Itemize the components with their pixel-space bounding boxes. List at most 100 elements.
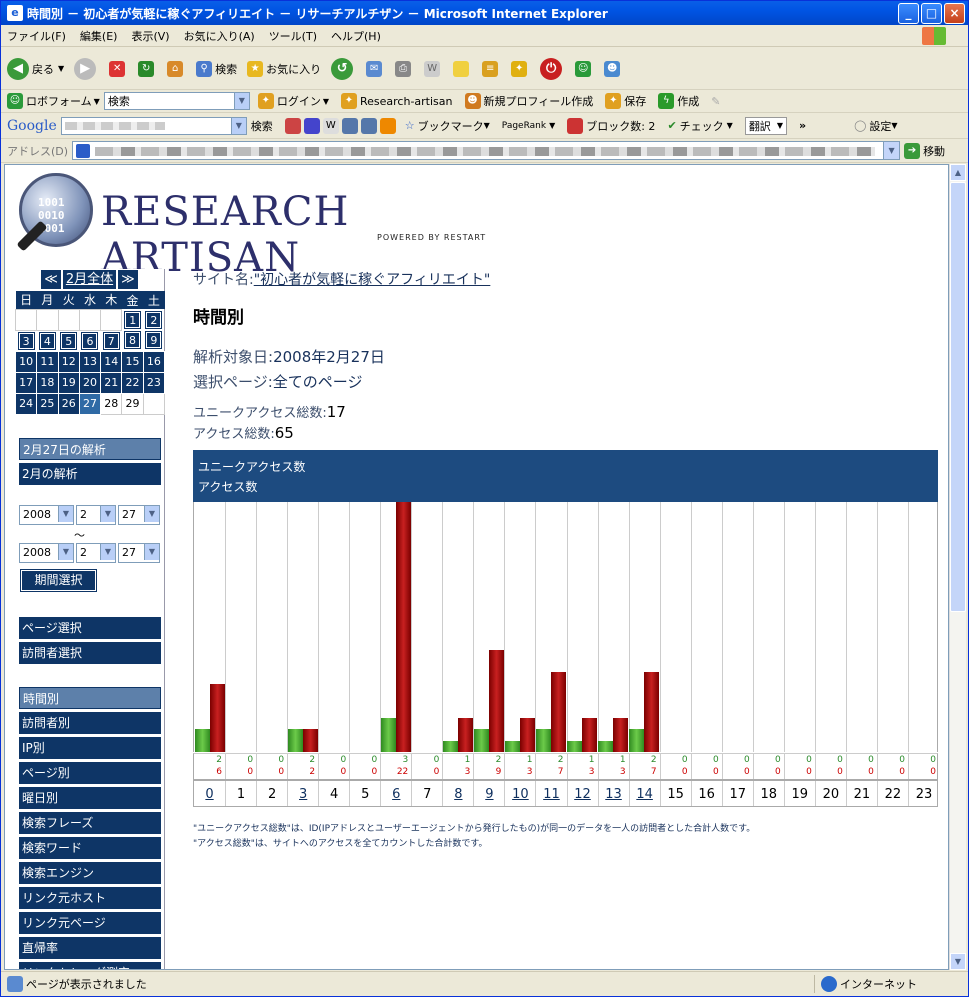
hour-link[interactable]: 12 bbox=[566, 781, 598, 806]
hour-link[interactable]: 8 bbox=[442, 781, 473, 806]
hour-link[interactable]: 9 bbox=[473, 781, 504, 806]
calendar-day[interactable]: 15 bbox=[121, 350, 144, 373]
note-button[interactable] bbox=[453, 60, 472, 77]
research-artisan-logo[interactable]: 1001 0010 1001 RESEARCH ARTISAN POWERED … bbox=[15, 171, 525, 281]
calendar-day[interactable]: 11 bbox=[36, 350, 59, 373]
users-button[interactable]: ☻ bbox=[604, 60, 623, 77]
calendar-day[interactable]: 2 bbox=[143, 309, 164, 330]
nav-search-engine[interactable]: 検索エンジン bbox=[19, 861, 161, 884]
to-month-select[interactable]: 2 ▼ bbox=[76, 542, 116, 563]
roboform-search-select[interactable]: 検索 ▼ bbox=[103, 92, 250, 110]
close-button[interactable]: × bbox=[944, 3, 965, 24]
calendar-month-link[interactable]: 2月全体 bbox=[62, 269, 117, 289]
calendar-day[interactable]: 25 bbox=[36, 392, 59, 415]
calendar-day[interactable]: 16 bbox=[142, 350, 166, 373]
calendar-day[interactable]: 3 bbox=[16, 330, 37, 351]
nav-search-word[interactable]: 検索ワード bbox=[19, 836, 161, 859]
address-input[interactable]: ▼ bbox=[72, 141, 901, 160]
bookmark-button[interactable]: ☆ ブックマーク ▼ bbox=[405, 118, 490, 134]
day-analysis-link[interactable]: 2月27日の解析 bbox=[19, 437, 161, 460]
favorites-button[interactable]: ★ お気に入り bbox=[247, 60, 321, 77]
go-button[interactable]: ➔ 移動 bbox=[904, 142, 945, 159]
settings-button[interactable]: ◯ 設定 ▼ bbox=[854, 118, 897, 134]
messenger-button[interactable]: ✦ bbox=[511, 60, 530, 77]
to-year-select[interactable]: 2008 ▼ bbox=[19, 542, 74, 563]
visitor-select-link[interactable]: 訪問者選択 bbox=[19, 641, 161, 664]
hour-link[interactable]: 14 bbox=[628, 781, 660, 806]
from-day-select[interactable]: 27 ▼ bbox=[118, 504, 160, 525]
pagerank-button[interactable]: PageRank ▼ bbox=[502, 121, 555, 131]
calendar-day[interactable]: 1 bbox=[122, 309, 143, 330]
print-button[interactable]: ⎙ bbox=[395, 60, 414, 77]
hour-link[interactable]: 13 bbox=[597, 781, 629, 806]
nav-visitor[interactable]: 訪問者別 bbox=[19, 711, 161, 734]
forward-button[interactable]: ▶ bbox=[74, 57, 99, 80]
robo-button[interactable]: ☺ bbox=[575, 60, 594, 77]
calendar-day[interactable]: 22 bbox=[121, 371, 144, 394]
nav-hourly[interactable]: 時間別 bbox=[19, 686, 161, 709]
from-year-select[interactable]: 2008 ▼ bbox=[19, 504, 74, 525]
site-name-link[interactable]: "初心者が気軽に稼ぐアフィリエイト" bbox=[254, 272, 491, 288]
calendar-day[interactable]: 18 bbox=[36, 371, 59, 394]
scroll-up-icon[interactable]: ▲ bbox=[950, 164, 966, 181]
google-search-button[interactable]: 検索 bbox=[251, 118, 273, 134]
google-search-input[interactable]: ▼ bbox=[60, 116, 247, 135]
menu-favorites[interactable]: お気に入り(A) bbox=[184, 28, 255, 44]
menu-tools[interactable]: ツール(T) bbox=[269, 28, 317, 44]
menu-view[interactable]: 表示(V) bbox=[131, 28, 169, 44]
edit-button[interactable]: W bbox=[424, 60, 443, 77]
from-month-select[interactable]: 2 ▼ bbox=[76, 504, 116, 525]
nav-weekday[interactable]: 曜日別 bbox=[19, 786, 161, 809]
scroll-down-icon[interactable]: ▼ bbox=[950, 953, 966, 970]
calendar-day[interactable]: 6 bbox=[79, 330, 100, 351]
calendar-next-button[interactable]: ≫ bbox=[118, 269, 138, 289]
menu-edit[interactable]: 編集(E) bbox=[80, 28, 118, 44]
calendar-day[interactable]: 21 bbox=[100, 371, 123, 394]
hour-link[interactable]: 10 bbox=[504, 781, 535, 806]
create-button[interactable]: ϟ 作成 bbox=[658, 93, 699, 109]
back-button[interactable]: ◀ 戻る ▼ bbox=[7, 57, 64, 80]
calendar-day-selected[interactable]: 27 bbox=[78, 392, 102, 415]
minimize-button[interactable]: _ bbox=[898, 3, 919, 24]
page-select-link[interactable]: ページ選択 bbox=[19, 616, 161, 639]
vertical-scrollbar[interactable]: ▲ ▼ bbox=[949, 164, 966, 970]
maximize-button[interactable]: □ bbox=[921, 3, 942, 24]
popup-blocked-button[interactable]: ブロック数: 2 bbox=[567, 117, 655, 134]
hour-link[interactable]: 3 bbox=[287, 781, 318, 806]
refresh-button[interactable]: ↻ bbox=[138, 60, 157, 77]
hour-link[interactable]: 6 bbox=[380, 781, 411, 806]
month-analysis-link[interactable]: 2月の解析 bbox=[19, 462, 161, 485]
nav-search-phrase[interactable]: 検索フレーズ bbox=[19, 811, 161, 834]
calendar-day[interactable]: 26 bbox=[57, 392, 80, 415]
period-select-button[interactable]: 期間選択 bbox=[20, 568, 97, 592]
calendar-day[interactable]: 5 bbox=[58, 330, 79, 351]
calendar-prev-button[interactable]: ≪ bbox=[41, 269, 61, 289]
roboform-menu[interactable]: ☺ ロボフォーム ▼ bbox=[7, 93, 100, 109]
calendar-day[interactable]: 4 bbox=[37, 330, 58, 351]
translate-button[interactable]: 翻訳 ▼ bbox=[744, 116, 787, 135]
login-button[interactable]: ✦ ログイン ▼ bbox=[257, 93, 329, 109]
calendar-day[interactable]: 17 bbox=[14, 371, 38, 394]
nav-bounce-rate[interactable]: 直帰率 bbox=[19, 936, 161, 959]
calendar-day[interactable]: 19 bbox=[57, 371, 80, 394]
new-profile-button[interactable]: ☻ 新規プロフィール作成 bbox=[464, 93, 593, 109]
menu-file[interactable]: ファイル(F) bbox=[7, 28, 66, 44]
to-day-select[interactable]: 27 ▼ bbox=[118, 542, 160, 563]
hour-link[interactable]: 11 bbox=[535, 781, 566, 806]
menu-help[interactable]: ヘルプ(H) bbox=[331, 28, 381, 44]
calendar-day[interactable]: 12 bbox=[57, 350, 80, 373]
calendar-day[interactable]: 24 bbox=[14, 392, 38, 415]
home-button[interactable]: ⌂ bbox=[167, 60, 186, 77]
chevron-down-icon[interactable]: ▼ bbox=[883, 142, 900, 159]
more-chevron-icon[interactable]: » bbox=[799, 119, 806, 132]
calendar-day[interactable]: 13 bbox=[78, 350, 102, 373]
calendar-day[interactable]: 10 bbox=[14, 350, 38, 373]
hour-link[interactable]: 0 bbox=[194, 781, 225, 806]
nav-referrer-host[interactable]: リンク元ホスト bbox=[19, 886, 161, 909]
research-button[interactable]: ≡ bbox=[482, 60, 501, 77]
calendar-day[interactable]: 20 bbox=[78, 371, 102, 394]
calendar-day[interactable]: 14 bbox=[100, 350, 123, 373]
google-logo[interactable]: Google bbox=[7, 118, 57, 134]
research-artisan-link[interactable]: ✦ Research-artisan bbox=[340, 93, 453, 109]
history-button[interactable]: ↺ bbox=[331, 57, 356, 80]
